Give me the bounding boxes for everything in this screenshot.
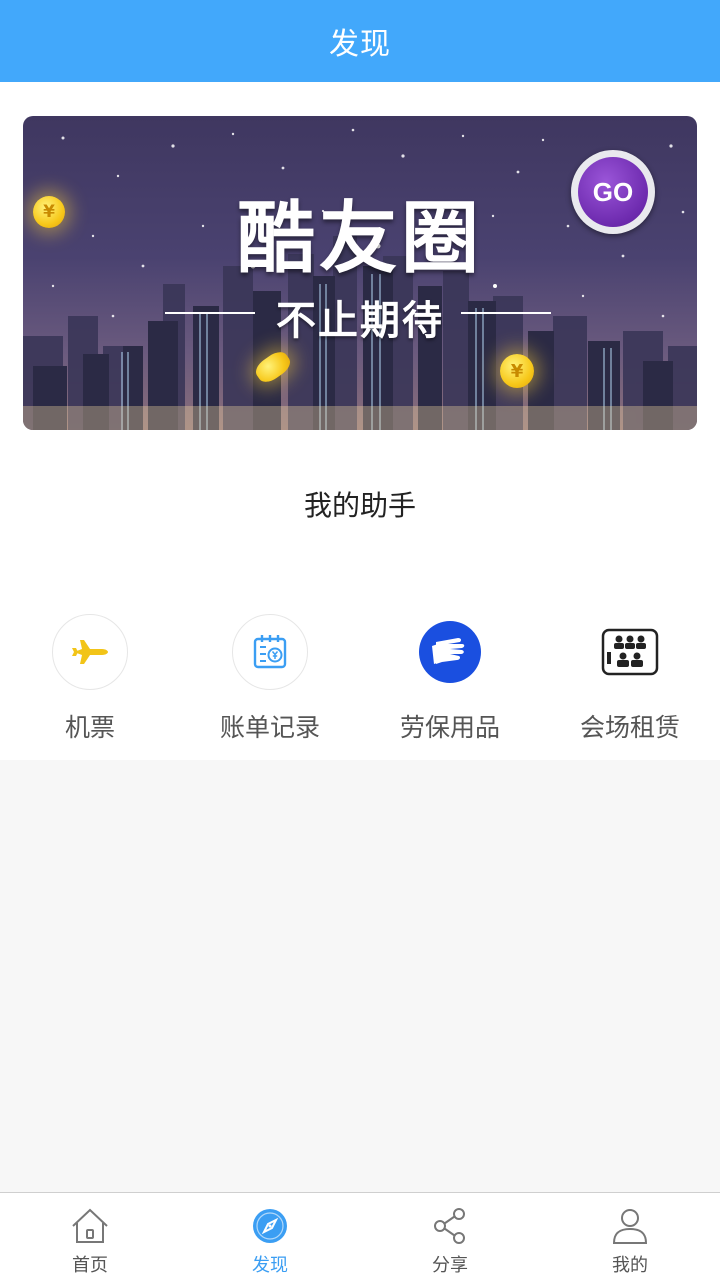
nav-label: 发现	[252, 1255, 288, 1276]
assistant-section-title: 我的助手	[303, 489, 416, 522]
nav-label: 我的	[612, 1255, 648, 1276]
bill-icon	[232, 614, 308, 690]
assistant-item-venue[interactable]: 会场租赁	[540, 614, 720, 754]
nav-label: 首页	[72, 1255, 108, 1276]
airplane-icon	[52, 614, 128, 690]
assistant-grid: 机票 账单记录 劳保用品 会场租赁	[0, 614, 720, 754]
coin-icon: ¥	[500, 354, 534, 388]
coin-icon: ¥	[33, 196, 65, 228]
promo-banner[interactable]: 酷友圈 不止期待 ¥ ¥ GO	[23, 116, 697, 430]
assistant-item-label: 机票	[64, 713, 115, 742]
go-button[interactable]: GO	[571, 150, 655, 234]
assistant-item-flight[interactable]: 机票	[0, 614, 180, 754]
assistant-item-label: 会场租赁	[579, 713, 680, 742]
assistant-item-label: 劳保用品	[399, 713, 500, 742]
user-icon	[612, 1209, 648, 1244]
nav-item-me[interactable]: 我的	[540, 1193, 720, 1280]
banner-subtitle: 不止期待	[276, 298, 444, 344]
nav-item-share[interactable]: 分享	[360, 1193, 540, 1280]
share-icon	[434, 1208, 465, 1244]
discover-screen: 发现 酷友圈 不止期待 ¥ ¥ GO 我的助手 机票 账单记录 劳保用品 会场租…	[0, 0, 720, 1280]
assistant-item-label: 账单记录	[219, 713, 320, 742]
app-header: 发现	[0, 0, 720, 82]
assistant-item-bills[interactable]: 账单记录	[180, 614, 360, 754]
bottom-nav: 首页 发现 分享 我的	[0, 1192, 720, 1280]
compass-icon	[253, 1209, 287, 1243]
assistant-item-supplies[interactable]: 劳保用品	[360, 614, 540, 754]
go-button-label: GO	[578, 157, 648, 227]
nav-item-home[interactable]: 首页	[0, 1193, 180, 1280]
gloves-icon	[419, 621, 481, 683]
nav-item-discover[interactable]: 发现	[180, 1193, 360, 1280]
home-icon	[72, 1208, 108, 1243]
nav-label: 分享	[432, 1255, 468, 1276]
venue-icon	[592, 614, 668, 690]
page-title: 发现	[329, 27, 391, 62]
